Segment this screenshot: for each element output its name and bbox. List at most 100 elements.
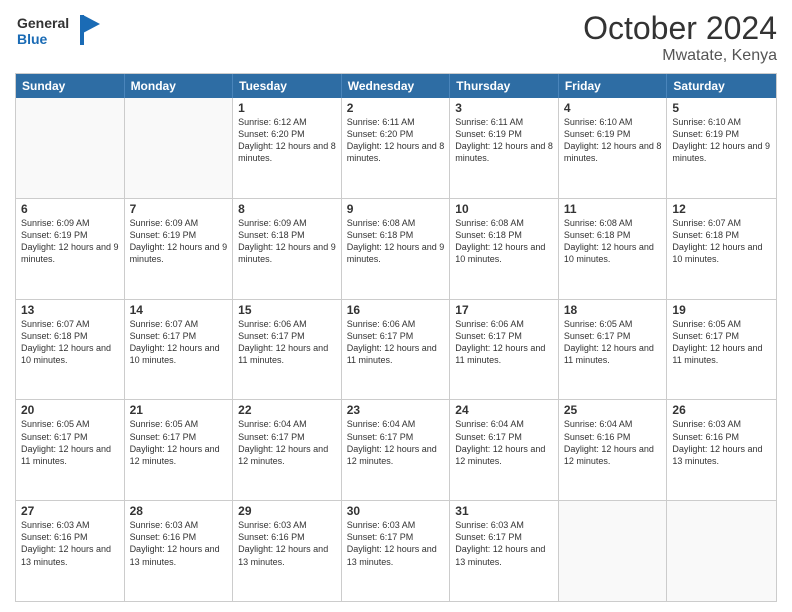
day-cell-2-4: 17Sunrise: 6:06 AM Sunset: 6:17 PM Dayli… (450, 300, 559, 400)
header-monday: Monday (125, 74, 234, 98)
day-number-3-6: 26 (672, 403, 771, 417)
day-number-2-5: 18 (564, 303, 662, 317)
day-info-3-5: Sunrise: 6:04 AM Sunset: 6:16 PM Dayligh… (564, 418, 662, 467)
month-title: October 2024 (583, 10, 777, 47)
day-number-1-1: 7 (130, 202, 228, 216)
day-cell-1-5: 11Sunrise: 6:08 AM Sunset: 6:18 PM Dayli… (559, 199, 668, 299)
day-info-1-2: Sunrise: 6:09 AM Sunset: 6:18 PM Dayligh… (238, 217, 336, 266)
day-number-2-0: 13 (21, 303, 119, 317)
day-number-3-5: 25 (564, 403, 662, 417)
day-cell-2-1: 14Sunrise: 6:07 AM Sunset: 6:17 PM Dayli… (125, 300, 234, 400)
day-cell-1-0: 6Sunrise: 6:09 AM Sunset: 6:19 PM Daylig… (16, 199, 125, 299)
day-info-4-3: Sunrise: 6:03 AM Sunset: 6:17 PM Dayligh… (347, 519, 445, 568)
day-info-3-1: Sunrise: 6:05 AM Sunset: 6:17 PM Dayligh… (130, 418, 228, 467)
day-info-1-3: Sunrise: 6:08 AM Sunset: 6:18 PM Dayligh… (347, 217, 445, 266)
day-number-4-0: 27 (21, 504, 119, 518)
day-cell-3-2: 22Sunrise: 6:04 AM Sunset: 6:17 PM Dayli… (233, 400, 342, 500)
logo-svg: General Blue (15, 10, 105, 55)
location-title: Mwatate, Kenya (583, 47, 777, 65)
day-cell-4-3: 30Sunrise: 6:03 AM Sunset: 6:17 PM Dayli… (342, 501, 451, 601)
day-cell-2-2: 15Sunrise: 6:06 AM Sunset: 6:17 PM Dayli… (233, 300, 342, 400)
day-number-1-5: 11 (564, 202, 662, 216)
day-cell-0-5: 4Sunrise: 6:10 AM Sunset: 6:19 PM Daylig… (559, 98, 668, 198)
day-number-3-1: 21 (130, 403, 228, 417)
day-number-0-6: 5 (672, 101, 771, 115)
header-thursday: Thursday (450, 74, 559, 98)
day-cell-2-6: 19Sunrise: 6:05 AM Sunset: 6:17 PM Dayli… (667, 300, 776, 400)
day-number-2-2: 15 (238, 303, 336, 317)
day-info-0-6: Sunrise: 6:10 AM Sunset: 6:19 PM Dayligh… (672, 116, 771, 165)
day-info-1-0: Sunrise: 6:09 AM Sunset: 6:19 PM Dayligh… (21, 217, 119, 266)
day-cell-1-2: 8Sunrise: 6:09 AM Sunset: 6:18 PM Daylig… (233, 199, 342, 299)
day-info-1-4: Sunrise: 6:08 AM Sunset: 6:18 PM Dayligh… (455, 217, 553, 266)
day-info-1-6: Sunrise: 6:07 AM Sunset: 6:18 PM Dayligh… (672, 217, 771, 266)
day-info-3-3: Sunrise: 6:04 AM Sunset: 6:17 PM Dayligh… (347, 418, 445, 467)
calendar: Sunday Monday Tuesday Wednesday Thursday… (15, 73, 777, 602)
day-number-2-1: 14 (130, 303, 228, 317)
day-info-2-3: Sunrise: 6:06 AM Sunset: 6:17 PM Dayligh… (347, 318, 445, 367)
day-number-0-5: 4 (564, 101, 662, 115)
day-info-1-1: Sunrise: 6:09 AM Sunset: 6:19 PM Dayligh… (130, 217, 228, 266)
day-info-0-2: Sunrise: 6:12 AM Sunset: 6:20 PM Dayligh… (238, 116, 336, 165)
day-number-4-2: 29 (238, 504, 336, 518)
day-number-4-1: 28 (130, 504, 228, 518)
day-number-2-6: 19 (672, 303, 771, 317)
day-number-1-0: 6 (21, 202, 119, 216)
day-info-4-0: Sunrise: 6:03 AM Sunset: 6:16 PM Dayligh… (21, 519, 119, 568)
day-number-0-3: 2 (347, 101, 445, 115)
day-info-4-4: Sunrise: 6:03 AM Sunset: 6:17 PM Dayligh… (455, 519, 553, 568)
header-sunday: Sunday (16, 74, 125, 98)
svg-text:General: General (17, 15, 69, 31)
day-cell-1-3: 9Sunrise: 6:08 AM Sunset: 6:18 PM Daylig… (342, 199, 451, 299)
day-info-3-6: Sunrise: 6:03 AM Sunset: 6:16 PM Dayligh… (672, 418, 771, 467)
day-cell-1-1: 7Sunrise: 6:09 AM Sunset: 6:19 PM Daylig… (125, 199, 234, 299)
day-cell-3-6: 26Sunrise: 6:03 AM Sunset: 6:16 PM Dayli… (667, 400, 776, 500)
calendar-body: 1Sunrise: 6:12 AM Sunset: 6:20 PM Daylig… (16, 98, 776, 601)
day-cell-0-0 (16, 98, 125, 198)
week-row-0: 1Sunrise: 6:12 AM Sunset: 6:20 PM Daylig… (16, 98, 776, 198)
header-saturday: Saturday (667, 74, 776, 98)
day-cell-4-6 (667, 501, 776, 601)
day-cell-3-5: 25Sunrise: 6:04 AM Sunset: 6:16 PM Dayli… (559, 400, 668, 500)
day-info-2-1: Sunrise: 6:07 AM Sunset: 6:17 PM Dayligh… (130, 318, 228, 367)
day-cell-3-3: 23Sunrise: 6:04 AM Sunset: 6:17 PM Dayli… (342, 400, 451, 500)
day-info-2-5: Sunrise: 6:05 AM Sunset: 6:17 PM Dayligh… (564, 318, 662, 367)
calendar-header: Sunday Monday Tuesday Wednesday Thursday… (16, 74, 776, 98)
day-number-1-6: 12 (672, 202, 771, 216)
week-row-1: 6Sunrise: 6:09 AM Sunset: 6:19 PM Daylig… (16, 198, 776, 299)
day-cell-3-1: 21Sunrise: 6:05 AM Sunset: 6:17 PM Dayli… (125, 400, 234, 500)
day-number-3-2: 22 (238, 403, 336, 417)
day-cell-4-4: 31Sunrise: 6:03 AM Sunset: 6:17 PM Dayli… (450, 501, 559, 601)
day-info-2-6: Sunrise: 6:05 AM Sunset: 6:17 PM Dayligh… (672, 318, 771, 367)
day-number-3-0: 20 (21, 403, 119, 417)
week-row-4: 27Sunrise: 6:03 AM Sunset: 6:16 PM Dayli… (16, 500, 776, 601)
day-cell-1-4: 10Sunrise: 6:08 AM Sunset: 6:18 PM Dayli… (450, 199, 559, 299)
day-info-2-0: Sunrise: 6:07 AM Sunset: 6:18 PM Dayligh… (21, 318, 119, 367)
day-cell-3-4: 24Sunrise: 6:04 AM Sunset: 6:17 PM Dayli… (450, 400, 559, 500)
day-info-0-5: Sunrise: 6:10 AM Sunset: 6:19 PM Dayligh… (564, 116, 662, 165)
day-number-4-4: 31 (455, 504, 553, 518)
day-cell-4-2: 29Sunrise: 6:03 AM Sunset: 6:16 PM Dayli… (233, 501, 342, 601)
header-tuesday: Tuesday (233, 74, 342, 98)
day-number-1-4: 10 (455, 202, 553, 216)
page: General Blue October 2024 Mwatate, Kenya… (0, 0, 792, 612)
day-cell-4-5 (559, 501, 668, 601)
logo: General Blue (15, 10, 105, 60)
logo-content: General Blue (15, 10, 105, 60)
day-number-1-3: 9 (347, 202, 445, 216)
week-row-3: 20Sunrise: 6:05 AM Sunset: 6:17 PM Dayli… (16, 399, 776, 500)
day-number-1-2: 8 (238, 202, 336, 216)
day-number-3-3: 23 (347, 403, 445, 417)
week-row-2: 13Sunrise: 6:07 AM Sunset: 6:18 PM Dayli… (16, 299, 776, 400)
day-number-0-2: 1 (238, 101, 336, 115)
header-friday: Friday (559, 74, 668, 98)
day-cell-3-0: 20Sunrise: 6:05 AM Sunset: 6:17 PM Dayli… (16, 400, 125, 500)
day-cell-0-1 (125, 98, 234, 198)
day-info-3-2: Sunrise: 6:04 AM Sunset: 6:17 PM Dayligh… (238, 418, 336, 467)
day-info-3-0: Sunrise: 6:05 AM Sunset: 6:17 PM Dayligh… (21, 418, 119, 467)
day-number-2-3: 16 (347, 303, 445, 317)
day-cell-0-6: 5Sunrise: 6:10 AM Sunset: 6:19 PM Daylig… (667, 98, 776, 198)
day-number-4-3: 30 (347, 504, 445, 518)
day-info-2-2: Sunrise: 6:06 AM Sunset: 6:17 PM Dayligh… (238, 318, 336, 367)
day-cell-0-3: 2Sunrise: 6:11 AM Sunset: 6:20 PM Daylig… (342, 98, 451, 198)
